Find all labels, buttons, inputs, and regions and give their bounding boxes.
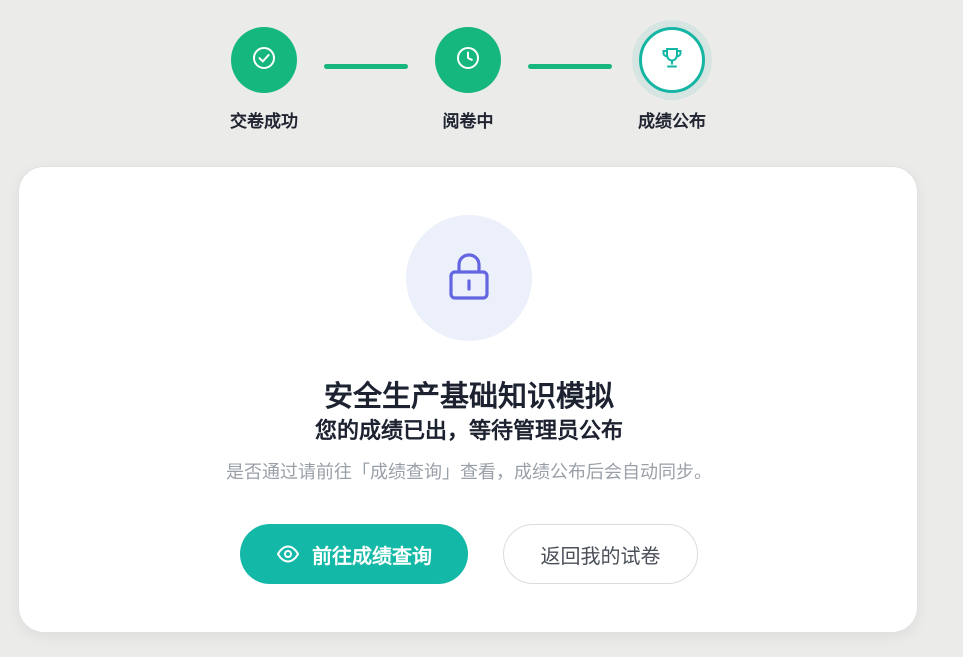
back-to-my-papers-button[interactable]: 返回我的试卷 xyxy=(503,524,698,584)
status-message: 您的成绩已出，等待管理员公布 xyxy=(314,419,623,444)
step-connector-1 xyxy=(324,64,408,69)
view-score-button[interactable]: 前往成绩查询 xyxy=(240,524,468,584)
trophy-icon xyxy=(659,45,685,75)
step-grading-circle xyxy=(435,27,501,93)
eye-icon xyxy=(276,545,300,563)
step-submitted: 交卷成功 xyxy=(204,27,324,132)
back-to-my-papers-button-label: 返回我的试卷 xyxy=(540,543,661,568)
step-published: 成绩公布 xyxy=(612,27,732,132)
view-score-button-label: 前往成绩查询 xyxy=(312,543,432,568)
step-submitted-circle xyxy=(231,27,297,93)
step-published-label: 成绩公布 xyxy=(638,112,706,132)
lock-badge xyxy=(406,215,532,341)
progress-stepper: 交卷成功 阅卷中 成绩公布 xyxy=(0,0,963,140)
exam-title: 安全生产基础知识模拟 xyxy=(323,379,614,413)
hint-text: 是否通过请前往「成绩查询」查看，成绩公布后会自动同步。 xyxy=(226,462,712,483)
step-connector-2 xyxy=(528,64,612,69)
step-published-circle xyxy=(639,27,705,93)
clock-icon xyxy=(455,45,481,75)
lock-icon xyxy=(445,250,493,306)
result-card: 安全生产基础知识模拟 您的成绩已出，等待管理员公布 是否通过请前往「成绩查询」查… xyxy=(18,166,918,633)
step-grading: 阅卷中 xyxy=(408,27,528,132)
check-circle-icon xyxy=(251,45,277,75)
step-submitted-label: 交卷成功 xyxy=(230,112,298,132)
step-grading-label: 阅卷中 xyxy=(442,112,494,132)
